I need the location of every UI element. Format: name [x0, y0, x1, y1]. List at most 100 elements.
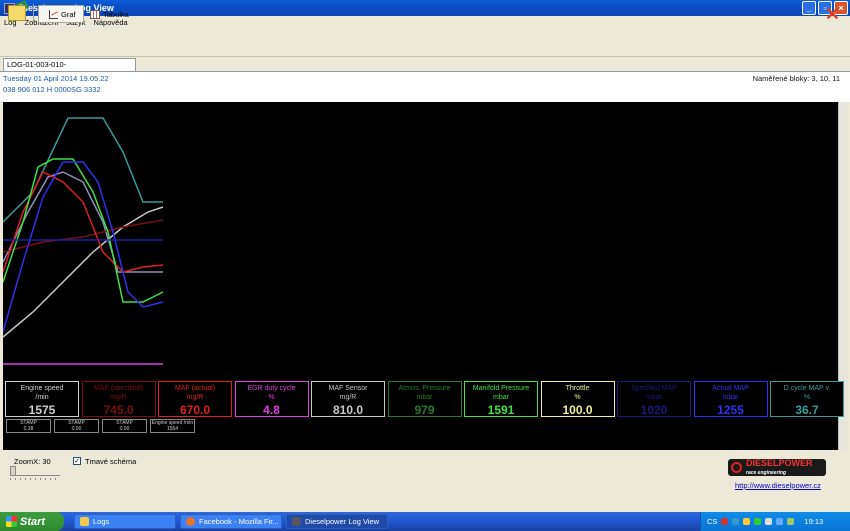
gauge-unit: mbar — [722, 394, 739, 401]
stamp-3: Engine speed /min 1554 — [150, 419, 195, 433]
network-icon[interactable] — [776, 518, 784, 525]
app-icon — [292, 517, 301, 526]
gauge-2[interactable]: MAF (actual) mg/R 670.0 — [158, 381, 232, 417]
graph-icon — [49, 9, 58, 19]
gauge-name: Atmos. Pressure — [398, 385, 451, 392]
minimize-button[interactable]: _ — [802, 1, 816, 15]
close-log-icon[interactable]: ✕ — [825, 5, 840, 23]
stamp-value: 0.00 — [119, 426, 130, 432]
gauge-5[interactable]: Atmos. Pressure mbar 979 — [387, 381, 462, 417]
trace-actual-map — [2, 161, 164, 333]
gauge-unit: mbar — [416, 394, 433, 401]
gauge-7[interactable]: Throttle% 100.0 — [540, 381, 615, 417]
gauge-unit: mbar — [493, 394, 509, 401]
trace-manifold-pressure — [2, 158, 164, 303]
start-button[interactable]: Start — [0, 512, 64, 531]
gauge-9[interactable]: Actual MAP mbar 1255 — [693, 381, 768, 417]
task-label: Dieselpower Log View — [305, 517, 380, 526]
gauge-name: Actual MAP — [712, 385, 749, 392]
gauge-unit: mbar — [646, 394, 662, 401]
system-tray: CS 19:13 — [700, 512, 850, 531]
stamp-1: STAMP 0.00 — [54, 419, 99, 433]
toolbar — [0, 29, 850, 57]
gauge-name: D.cycle MAP v. — [783, 385, 831, 392]
gauge-value: 1020 — [640, 403, 668, 417]
zoom-label: ZoomX: 30 — [14, 457, 51, 466]
stamp-0: STAMP 0.38 — [6, 419, 51, 433]
task-firefox[interactable]: Facebook - Mozilla Fir... — [180, 514, 282, 529]
table-icon — [90, 9, 100, 19]
language-indicator[interactable]: CS — [707, 517, 717, 526]
zoom-slider-thumb[interactable] — [10, 466, 16, 476]
tray-icon[interactable] — [721, 518, 729, 525]
graf-button[interactable]: Graf — [38, 5, 84, 23]
website-link[interactable]: http://www.dieselpower.cz — [735, 481, 821, 490]
gauge-value: 1575 — [28, 403, 56, 417]
gauge-unit: mg/R — [339, 394, 357, 401]
stamp-value: 1554 — [166, 426, 179, 432]
trace-throttle — [2, 171, 163, 273]
task-dieselpower[interactable]: Dieselpower Log View — [286, 514, 388, 529]
gauge-value: 1255 — [717, 403, 744, 417]
gauge-name: MAF (specified) — [93, 385, 143, 392]
tabulka-button[interactable]: Tabulka — [90, 5, 138, 23]
gauge-name: Throttle — [565, 385, 590, 392]
clock: 19:13 — [804, 517, 824, 526]
tray-icon[interactable] — [754, 518, 762, 525]
open-folder-icon[interactable] — [8, 5, 26, 21]
tabulka-label: Tabulka — [103, 9, 129, 19]
gauge-name: Manifold Pressure — [472, 385, 530, 392]
gauge-1[interactable]: MAF (specified) mg/R 745.0 — [81, 381, 156, 417]
gauge-value: 36.7 — [795, 403, 819, 417]
logo-name: DIESELPOWER — [746, 457, 813, 468]
graf-label: Graf — [61, 9, 76, 19]
gauge-0[interactable]: Engine speed/min 1575 — [5, 381, 79, 417]
task-label: Facebook - Mozilla Fir... — [199, 517, 279, 526]
gauge-10[interactable]: D.cycle MAP v.% 36.7 — [770, 381, 844, 417]
logo-sub: race engineering — [746, 469, 787, 476]
folder-icon — [80, 517, 89, 526]
zoom-ticks — [10, 478, 60, 480]
file-tab[interactable]: LOG-01-003-010-011octaviarovina.CSV — [3, 58, 136, 81]
dieselpower-logo: DIESELPOWER race engineering — [728, 457, 826, 476]
gauge-8[interactable]: Specified MAP mbar 1020 — [617, 381, 691, 417]
task-logs[interactable]: Logs — [74, 514, 176, 529]
tray-icon[interactable] — [765, 518, 773, 525]
measured-blocks: Naměřené bloky: 3, 10, 11 — [752, 74, 840, 83]
gauge-unit: % — [574, 394, 581, 401]
stamp-2: STAMP 0.00 — [102, 419, 147, 433]
gauge-value: 810.0 — [332, 403, 364, 417]
gauge-4[interactable]: MAF Sensor mg/R 810.0 — [311, 381, 385, 417]
windows-flag-icon — [6, 516, 17, 527]
dark-scheme-label: Tmavé schéma — [85, 457, 137, 466]
dark-scheme-checkbox[interactable]: ✓ — [73, 457, 81, 465]
toolbar-separator — [33, 4, 34, 24]
gauge-unit: % — [803, 394, 811, 401]
gauge-unit: mg/R — [110, 394, 127, 401]
gauge-value: 4.8 — [263, 403, 280, 417]
gauge-name: MAF Sensor — [328, 385, 368, 392]
log-date: Tuesday 01 April 2014 19.05.22 — [3, 74, 109, 83]
tray-icon[interactable] — [743, 518, 751, 525]
task-label: Logs — [93, 517, 110, 526]
firefox-icon — [186, 517, 195, 526]
gauge-3[interactable]: EGR duty cycle% 4.8 — [234, 381, 309, 417]
start-label: Start — [20, 515, 46, 528]
gauge-name: Engine speed — [20, 385, 64, 392]
tray-icon[interactable] — [732, 518, 740, 525]
zoom-slider[interactable] — [10, 470, 60, 476]
info-area — [0, 72, 850, 102]
tray-icon[interactable] — [787, 518, 795, 525]
gauge-name: EGR duty cycle — [247, 385, 296, 392]
stamp-value: 0.38 — [23, 426, 34, 432]
gauge-unit: mg/R — [186, 394, 204, 401]
gauge-unit: /min — [35, 394, 49, 401]
trace-maf-actual — [2, 170, 164, 273]
gauge-name: MAF (actual) — [174, 385, 216, 392]
gauge-value: 745.0 — [103, 403, 134, 417]
gauge-value: 979 — [414, 403, 435, 417]
gauge-value: 1591 — [487, 403, 515, 417]
ecu-info: 038 906 012 H 0000SG 3332 — [3, 85, 101, 94]
gauge-6[interactable]: Manifold Pressure mbar 1591 — [464, 381, 538, 417]
gauge-value: 100.0 — [562, 403, 593, 417]
